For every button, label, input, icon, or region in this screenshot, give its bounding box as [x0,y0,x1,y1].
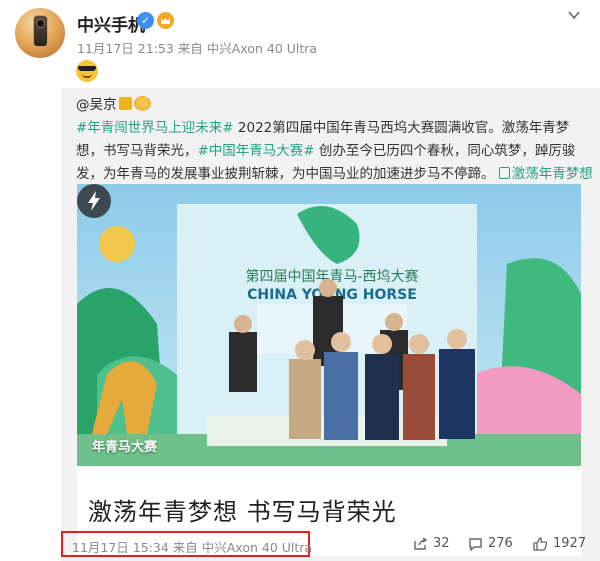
repost-time: 11月17日 15:34 来自 中兴Axon 40 Ultra [72,540,313,555]
chevron-down-icon[interactable] [567,8,581,22]
cool-emoji-icon [76,60,98,82]
article-cover-image[interactable]: 第四届中国年青马-西坞大赛 CHINA YOUNG HORSE [77,184,581,556]
username[interactable]: 中兴手机 [77,11,145,36]
photo-badge: 年青马大赛 [92,440,158,455]
post-meta: 11月17日 21:53 来自 中兴Axon 40 Ultra [77,41,318,56]
verified-gold-icon [118,97,132,110]
article-title[interactable]: 激荡年青梦想 书写马背荣光 [88,492,397,527]
avatar[interactable] [15,8,65,58]
hashtag-link[interactable]: #中国年青马大赛# [198,143,315,159]
repost-author[interactable]: @吴京 [76,97,117,113]
repost-card[interactable]: @吴京 #年青闯世界马上迎未来# 2022第四届中国年青马西坞大赛圆满收官。激荡… [61,88,600,561]
highlighted-timestamp: 11月17日 15:34 来自 中兴Axon 40 Ultra [61,531,313,557]
share-icon [414,536,428,550]
share-button[interactable]: 32 [413,536,450,551]
badge-icon [133,96,151,111]
verified-icon: ✓ [137,12,154,29]
like-count: 1927 [553,536,587,551]
comment-button[interactable]: 276 [468,536,513,551]
article-icon [498,167,510,179]
lightning-icon[interactable] [77,184,111,218]
like-button[interactable]: 1927 [533,536,586,551]
thumbs-up-icon [533,536,548,551]
phone-logo [34,16,47,46]
event-photo: 第四届中国年青马-西坞大赛 CHINA YOUNG HORSE [77,184,581,466]
comment-icon [469,537,482,551]
hashtag-link[interactable]: #年青闯世界马上迎未来# [76,120,234,136]
comment-count: 276 [488,536,513,551]
share-count: 32 [433,536,450,551]
vip-crown-icon [157,12,174,29]
